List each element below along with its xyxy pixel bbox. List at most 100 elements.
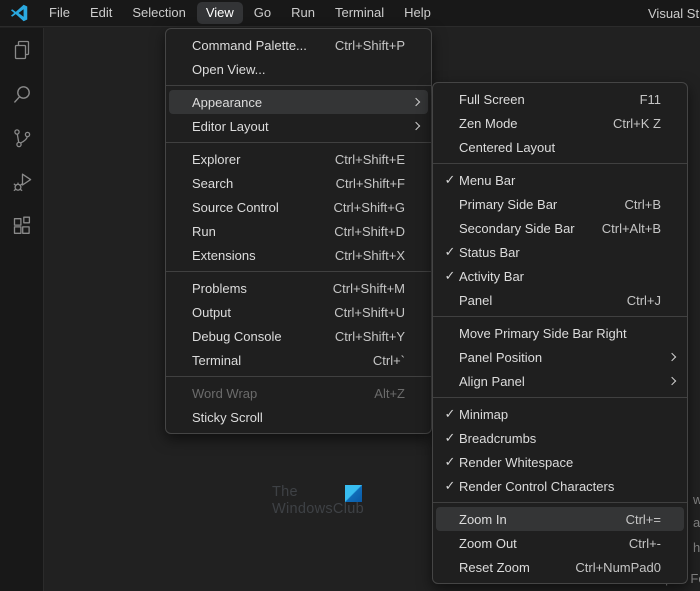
view-menu-item-command-palette[interactable]: Command Palette... Ctrl+Shift+P (169, 33, 428, 57)
menubar: FileEditSelectionViewGoRunTerminalHelp (39, 0, 441, 26)
menubar-item-view[interactable]: View (197, 2, 243, 24)
view-menu-item-debug-console[interactable]: Debug ConsoleCtrl+Shift+Y (169, 324, 428, 348)
menu-separator (433, 502, 687, 503)
appearance-submenu-item-align-panel[interactable]: Align Panel (436, 369, 684, 393)
view-menu: Command Palette... Ctrl+Shift+P Open View.… (165, 28, 432, 434)
appearance-submenu-item-render-control-characters[interactable]: ✓Render Control Characters (436, 474, 684, 498)
menu-item-label: Output (192, 305, 231, 320)
appearance-submenu-item-primary-side-bar[interactable]: Primary Side BarCtrl+B (436, 192, 684, 216)
appearance-submenu-item-move-primary-side-bar-right[interactable]: Move Primary Side Bar Right (436, 321, 684, 345)
menu-separator (166, 376, 431, 377)
view-menu-item-explorer[interactable]: Explorer Ctrl+Shift+E (169, 147, 428, 171)
menubar-item-terminal[interactable]: Terminal (326, 2, 393, 24)
menu-item-label: Zoom Out (459, 536, 517, 551)
menu-item-label: Status Bar (459, 245, 520, 260)
submenu-chevron-icon (412, 98, 420, 106)
menu-separator (433, 397, 687, 398)
appearance-submenu-item-minimap[interactable]: ✓Minimap (436, 402, 684, 426)
appearance-submenu-item-zen-mode[interactable]: Zen ModeCtrl+K Z (436, 111, 684, 135)
menu-item-shortcut: Ctrl+Shift+E (335, 152, 405, 167)
menu-item-label: Extensions (192, 248, 256, 263)
search-icon[interactable] (0, 72, 44, 116)
menu-item-label: Move Primary Side Bar Right (459, 326, 627, 341)
windows-club-watermark: The WindowsClub (272, 484, 364, 517)
appearance-submenu: Full ScreenF11Zen ModeCtrl+K ZCentered L… (432, 82, 688, 584)
titlebar: FileEditSelectionViewGoRunTerminalHelp V… (0, 0, 700, 27)
menu-item-label: Problems (192, 281, 247, 296)
watermark-line2: WindowsClub (272, 501, 364, 517)
appearance-submenu-item-activity-bar[interactable]: ✓Activity Bar (436, 264, 684, 288)
view-menu-item-run[interactable]: RunCtrl+Shift+D (169, 219, 428, 243)
submenu-chevron-icon (668, 353, 676, 361)
menu-item-shortcut: Alt+Z (374, 386, 405, 401)
extensions-icon[interactable] (0, 204, 44, 248)
view-menu-item-search[interactable]: SearchCtrl+Shift+F (169, 171, 428, 195)
checkmark-icon: ✓ (442, 478, 458, 494)
menu-separator (166, 142, 431, 143)
menu-item-label: Reset Zoom (459, 560, 530, 575)
appearance-submenu-item-zoom-out[interactable]: Zoom Out Ctrl+- (436, 531, 684, 555)
menubar-item-edit[interactable]: Edit (81, 2, 121, 24)
menu-item-label: Render Control Characters (459, 479, 614, 494)
menu-item-label: Render Whitespace (459, 455, 573, 470)
appearance-submenu-item-reset-zoom[interactable]: Reset Zoom Ctrl+NumPad0 (436, 555, 684, 579)
view-menu-item-problems[interactable]: Problems Ctrl+Shift+M (169, 276, 428, 300)
run-and-debug-icon[interactable] (0, 160, 44, 204)
menu-item-label: Editor Layout (192, 119, 269, 134)
menu-item-label: Open View... (192, 62, 265, 77)
menu-item-shortcut: Ctrl+NumPad0 (575, 560, 661, 575)
checkmark-icon: ✓ (442, 268, 458, 284)
menu-item-shortcut: Ctrl+J (627, 293, 661, 308)
appearance-submenu-item-panel-position[interactable]: Panel Position (436, 345, 684, 369)
appearance-submenu-item-render-whitespace[interactable]: ✓Render Whitespace (436, 450, 684, 474)
checkmark-icon: ✓ (442, 406, 458, 422)
view-menu-item-open-view[interactable]: Open View... (169, 57, 428, 81)
appearance-submenu-item-zoom-in[interactable]: Zoom In Ctrl+= (436, 507, 684, 531)
menu-item-label: Zoom In (459, 512, 507, 527)
menubar-item-help[interactable]: Help (395, 2, 440, 24)
menubar-item-selection[interactable]: Selection (123, 2, 194, 24)
checkmark-icon: ✓ (442, 454, 458, 470)
explorer-icon[interactable] (0, 28, 44, 72)
view-menu-item-extensions[interactable]: ExtensionsCtrl+Shift+X (169, 243, 428, 267)
appearance-submenu-item-panel[interactable]: PanelCtrl+J (436, 288, 684, 312)
appearance-submenu-item-status-bar[interactable]: ✓Status Bar (436, 240, 684, 264)
view-menu-item-editor-layout[interactable]: Editor Layout (169, 114, 428, 138)
menu-item-label: Activity Bar (459, 269, 524, 284)
menu-item-shortcut: Ctrl+= (626, 512, 661, 527)
appearance-submenu-item-full-screen[interactable]: Full ScreenF11 (436, 87, 684, 111)
source-control-icon[interactable] (0, 116, 44, 160)
appearance-submenu-item-menu-bar[interactable]: ✓Menu Bar (436, 168, 684, 192)
menubar-item-go[interactable]: Go (245, 2, 280, 24)
menu-separator (433, 316, 687, 317)
appearance-submenu-item-secondary-side-bar[interactable]: Secondary Side BarCtrl+Alt+B (436, 216, 684, 240)
menubar-item-file[interactable]: File (40, 2, 79, 24)
appearance-submenu-item-centered-layout[interactable]: Centered Layout (436, 135, 684, 159)
menu-item-shortcut: Ctrl+` (373, 353, 405, 368)
menu-item-shortcut: Ctrl+K Z (613, 116, 661, 131)
activity-bar (0, 28, 44, 591)
view-menu-item-word-wrap: Word WrapAlt+Z (169, 381, 428, 405)
window-title: Visual St (648, 6, 699, 21)
menu-item-shortcut: Ctrl+- (629, 536, 661, 551)
menu-item-label: Command Palette... (192, 38, 307, 53)
checkmark-icon: ✓ (442, 244, 458, 260)
view-menu-item-source-control[interactable]: Source ControlCtrl+Shift+G (169, 195, 428, 219)
menubar-item-run[interactable]: Run (282, 2, 324, 24)
checkmark-icon: ✓ (442, 172, 458, 188)
menu-item-label: Explorer (192, 152, 240, 167)
view-menu-item-appearance[interactable]: Appearance (169, 90, 428, 114)
view-menu-item-output[interactable]: OutputCtrl+Shift+U (169, 300, 428, 324)
menu-item-label: Breadcrumbs (459, 431, 536, 446)
vscode-logo-icon (9, 3, 29, 23)
windows-club-logo-icon (345, 485, 362, 502)
menu-item-shortcut: Ctrl+Shift+M (333, 281, 405, 296)
view-menu-item-sticky-scroll[interactable]: Sticky Scroll (169, 405, 428, 429)
appearance-submenu-item-breadcrumbs[interactable]: ✓Breadcrumbs (436, 426, 684, 450)
menu-item-shortcut: Ctrl+Shift+P (335, 38, 405, 53)
menu-item-shortcut: Ctrl+Shift+G (333, 200, 405, 215)
menu-item-label: Minimap (459, 407, 508, 422)
view-menu-item-terminal[interactable]: TerminalCtrl+` (169, 348, 428, 372)
menu-separator (166, 85, 431, 86)
menu-separator (166, 271, 431, 272)
